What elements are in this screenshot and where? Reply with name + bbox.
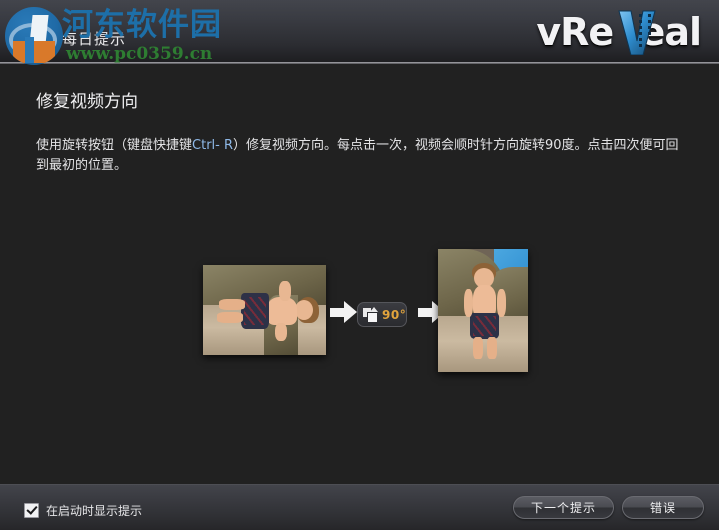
tip-body-part-1: 使用旋转按钮（键盘快捷键 bbox=[36, 138, 193, 153]
close-button[interactable]: 错误 bbox=[622, 496, 704, 519]
show-tips-on-startup-label: 在启动时显示提示 bbox=[46, 503, 143, 518]
tip-of-the-day-dialog: 每日提示 vReVeal bbox=[0, 0, 719, 530]
dialog-header: 每日提示 vReVeal bbox=[0, 0, 719, 63]
before-thumbnail bbox=[203, 265, 326, 355]
tip-illustration: 90° bbox=[0, 240, 719, 390]
next-tip-button[interactable]: 下一个提示 bbox=[513, 496, 614, 519]
dialog-footer: 在启动时显示提示 下一个提示 错误 bbox=[0, 484, 719, 530]
header-divider bbox=[0, 62, 719, 64]
vreveal-logo: vReVeal bbox=[536, 9, 702, 56]
film-strip-v-icon bbox=[617, 9, 657, 56]
tip-heading: 修复视频方向 bbox=[36, 92, 138, 112]
show-tips-on-startup-checkbox[interactable]: 在启动时显示提示 bbox=[24, 503, 142, 518]
tip-body-text: 使用旋转按钮（键盘快捷键Ctrl- R）修复视频方向。每点击一次，视频会顺时针方… bbox=[36, 136, 684, 176]
logo-text-left: vRe bbox=[536, 10, 614, 54]
rotate-button-label: 90° bbox=[382, 307, 407, 322]
tip-shortcut-keys: Ctrl- R bbox=[192, 138, 234, 153]
checkbox-checked-icon[interactable] bbox=[24, 503, 39, 518]
dialog-title: 每日提示 bbox=[62, 30, 127, 48]
rotate-90-button[interactable]: 90° bbox=[357, 302, 407, 327]
after-thumbnail bbox=[438, 249, 528, 372]
rotate-90-icon bbox=[363, 307, 378, 322]
